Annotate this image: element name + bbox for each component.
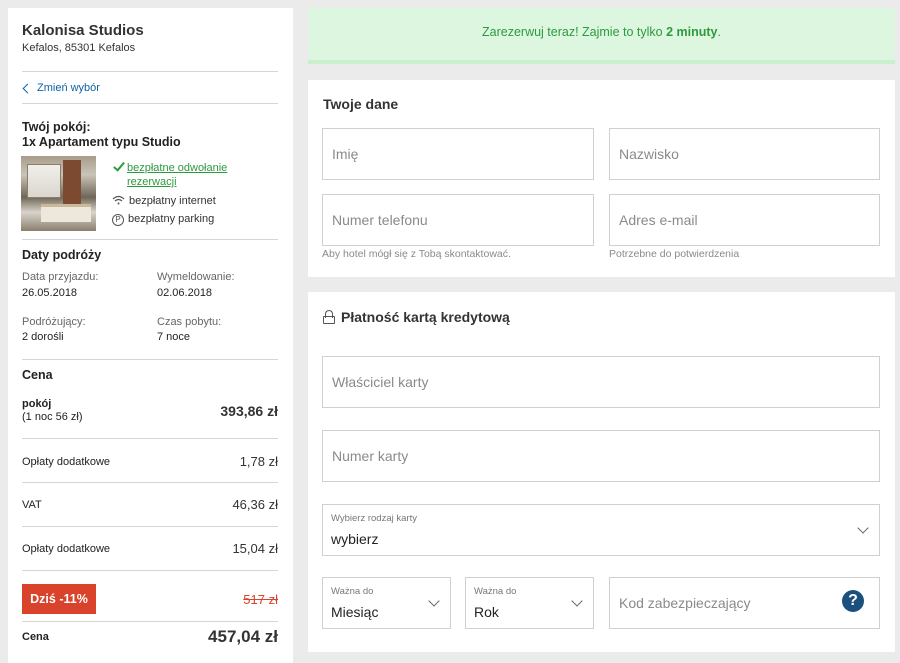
checkout-value: 02.06.2018 [157,287,213,299]
divider [22,570,278,571]
price-row-room: pokój (1 noc 56 zł) 393,86 zł [22,398,278,424]
divider [22,621,278,622]
travelers-label: Podróżujący: [22,316,86,328]
checkmark-icon [113,159,125,172]
chevron-left-icon [22,83,33,93]
divider [22,71,278,72]
card-type-label: Wybierz rodzaj karty [331,513,417,524]
price-row-label: Opłaty dodatkowe [22,542,111,555]
price-title: Cena [22,368,53,382]
travelers-value: 2 dorośli [22,331,64,343]
divider [22,239,278,240]
change-selection-label: Zmień wybór [37,82,100,94]
price-row-amount: 15,04 zł [232,541,278,556]
hotel-name: Kalonisa Studios [22,22,144,39]
expiry-year-select[interactable]: Ważna do Rok [465,577,594,629]
price-row-amount: 46,36 zł [232,497,278,512]
wifi-icon [112,195,125,208]
total-label: Cena [22,631,49,643]
amenity-internet: bezpłatny internet [112,195,216,208]
booking-summary: Kalonisa Studios Kefalos, 85301 Kefalos … [8,8,293,663]
chevron-down-icon [428,595,440,607]
email-field[interactable]: Adres e-mail [609,194,880,246]
lock-icon [323,310,335,324]
expiry-month-select[interactable]: Ważna do Miesiąc [322,577,451,629]
divider [22,103,278,104]
banner-text-end: . [717,25,721,39]
price-row-vat: VAT 46,36 zł [22,497,278,512]
divider [22,359,278,360]
travel-dates-title: Daty podróży [22,248,102,262]
phone-field[interactable]: Numer telefonu [322,194,594,246]
booking-banner: Zarezerwuj teraz! Zajmie to tylko 2 minu… [308,8,895,64]
chevron-down-icon [571,595,583,607]
expiry-month-label: Ważna do [331,586,374,597]
payment-title-label: Płatność kartą kredytową [341,309,510,325]
card-type-value: wybierz [331,531,379,547]
hotel-address: Kefalos, 85301 Kefalos [22,42,136,54]
parking-icon: P [112,214,124,226]
first-name-field[interactable]: Imię [322,128,594,180]
payment-panel: Płatność kartą kredytową Właściciel kart… [308,292,895,652]
banner-text: Zarezerwuj teraz! Zajmie to tylko [482,25,667,39]
room-photo[interactable] [21,156,96,231]
room-title-line2: 1x Apartament typu Studio [22,135,181,149]
duration-label: Czas pobytu: [157,316,222,328]
card-type-select[interactable]: Wybierz rodzaj karty wybierz [322,504,880,556]
price-row-fee: Opłaty dodatkowe 1,78 zł [22,454,278,469]
amenity-parking: P bezpłatny parking [112,213,214,226]
banner-bold-text: 2 minuty [666,25,718,39]
divider [22,482,278,483]
expiry-year-value: Rok [474,604,499,620]
change-selection-link[interactable]: Zmień wybór [22,82,100,94]
total-amount: 457,04 zł [208,627,278,646]
personal-data-panel: Twoje dane Imię Nazwisko Numer telefonu … [308,80,895,277]
email-hint: Potrzebne do potwierdzenia [609,248,740,260]
divider [22,438,278,439]
expiry-month-value: Miesiąc [331,604,379,620]
amenity-cancel-line1: bezpłatne odwołanie [127,162,228,174]
card-number-field[interactable]: Numer karty [322,430,880,482]
payment-title: Płatność kartą kredytową [323,309,510,325]
room-title: Twój pokój: 1x Apartament typu Studio [22,120,181,150]
security-code-placeholder: Kod zabezpieczający [619,595,751,611]
amenity-parking-label: bezpłatny parking [128,213,215,225]
arrival-label: Data przyjazdu: [22,271,99,283]
old-price: 517 zł [243,592,278,607]
discount-badge: Dziś -11% [22,584,96,614]
phone-hint: Aby hotel mógł się z Tobą skontaktować. [322,248,511,260]
room-price-amount: 393,86 zł [220,403,278,419]
price-row-amount: 1,78 zł [239,454,278,469]
amenity-free-cancellation[interactable]: bezpłatne odwołanie rezerwacji [112,159,228,189]
amenity-cancel-line2: rezerwacji [127,176,177,188]
chevron-down-icon [857,522,869,534]
price-row-fee: Opłaty dodatkowe 15,04 zł [22,541,278,556]
price-row-label: VAT [22,498,42,511]
room-price-label: pokój [22,398,52,410]
room-price-sublabel: (1 noc 56 zł) [22,411,83,423]
security-code-field[interactable]: Kod zabezpieczający [609,577,880,629]
checkout-label: Wymeldowanie: [157,271,235,283]
help-icon[interactable]: ? [842,590,864,612]
arrival-value: 26.05.2018 [22,287,78,299]
expiry-year-label: Ważna do [474,586,517,597]
personal-data-title: Twoje dane [323,96,399,112]
duration-value: 7 noce [157,331,191,343]
amenity-internet-label: bezpłatny internet [129,195,216,207]
last-name-field[interactable]: Nazwisko [609,128,880,180]
price-row-label: Opłaty dodatkowe [22,455,111,468]
room-title-line1: Twój pokój: [22,120,91,134]
cardholder-field[interactable]: Właściciel karty [322,356,880,408]
divider [22,526,278,527]
